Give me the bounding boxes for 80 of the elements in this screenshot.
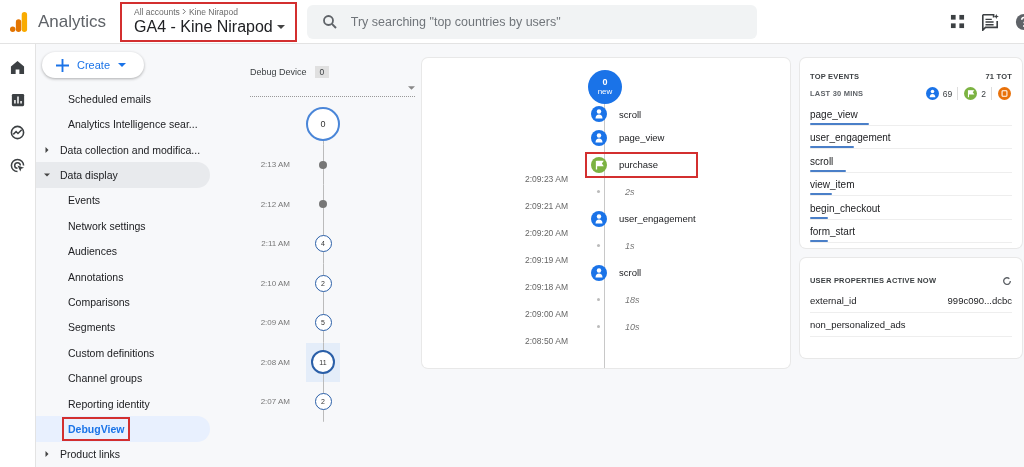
minute-time: 2:08 AM [259, 357, 291, 367]
nav-item[interactable]: DebugView [36, 416, 210, 442]
property-name: non_personalized_ads [810, 319, 906, 330]
nav-item[interactable]: Network settings [36, 213, 210, 239]
user-icon [591, 106, 607, 122]
event-name[interactable]: user_engagement [810, 132, 1012, 143]
event-count: 69 [942, 88, 953, 99]
user-icon [591, 129, 607, 146]
caret-icon [276, 24, 285, 29]
nav-group[interactable]: Product links [36, 441, 210, 467]
caret-icon [44, 172, 50, 178]
user-icon [591, 210, 607, 227]
plus-icon [56, 58, 69, 72]
nav-item[interactable]: Channel groups [36, 365, 210, 391]
caret-icon [118, 63, 127, 68]
nav-item[interactable]: Segments [36, 314, 210, 341]
nav-group[interactable]: Data display [36, 162, 210, 188]
event-name[interactable]: view_item [810, 179, 1012, 190]
event-entry[interactable]: user_engagement [585, 205, 736, 232]
minute-time: 2:10 AM [259, 278, 291, 288]
feedback-icon[interactable] [981, 12, 999, 31]
debug-device-label: Debug Device [250, 67, 307, 77]
apps-grid-icon[interactable] [950, 14, 965, 29]
flag-icon [591, 156, 607, 173]
search-field[interactable]: Try searching "top countries by users" [306, 4, 757, 39]
event-name[interactable]: begin_checkout [810, 202, 1012, 214]
analytics-logo [10, 10, 28, 33]
time-gap: 18s [625, 294, 640, 305]
minute-time: 2:13 AM [259, 160, 291, 170]
property-name: external_id [810, 295, 857, 306]
event-count: 2 [981, 88, 986, 99]
chevron-icon [181, 8, 187, 15]
event-entry[interactable]: page_view [585, 124, 705, 151]
time-gap: 1s [625, 240, 635, 251]
caret-icon [408, 86, 415, 90]
nav-group[interactable]: Data collection and modifica... [36, 136, 210, 163]
account-selector[interactable]: All accounts Kine Nirapod GA4 - Kine Nirapod [120, 1, 297, 42]
minute-dot[interactable] [319, 200, 327, 209]
event-time: 2:09:21 AM [525, 201, 568, 211]
event-time: 2:09:18 AM [525, 282, 568, 292]
event-time: 2:09:19 AM [525, 255, 568, 265]
reports-icon[interactable] [10, 93, 25, 107]
nav-item[interactable]: Audiences [36, 238, 210, 264]
explore-icon[interactable] [10, 125, 25, 140]
caret-icon [44, 451, 50, 458]
advertising-icon[interactable] [10, 158, 25, 173]
caret-icon [44, 146, 50, 153]
nav-item[interactable]: Analytics Intelligence sear... [36, 111, 210, 137]
create-button[interactable]: Create [42, 52, 144, 79]
nav-item[interactable]: Scheduled emails [36, 86, 210, 112]
event-time: 2:09:00 AM [525, 309, 568, 319]
minute-time: 2:11 AM [260, 239, 291, 249]
home-icon[interactable] [10, 60, 25, 75]
refresh-icon[interactable] [1002, 275, 1012, 286]
minute-time: 2:09 AM [259, 318, 291, 328]
new-events-bubble[interactable]: 0 new [588, 70, 622, 104]
nav-item[interactable]: Annotations [36, 263, 210, 290]
time-gap: 10s [625, 321, 640, 332]
event-time: 2:09:20 AM [525, 228, 568, 238]
minute-dot[interactable] [319, 160, 327, 169]
nav-item[interactable]: Custom definitions [36, 340, 210, 366]
event-name[interactable]: page_view [810, 108, 1012, 120]
event-time: 2:09:23 AM [525, 174, 568, 184]
nav-item[interactable]: Reporting identity [36, 390, 210, 417]
nav-item[interactable]: Comparisons [36, 289, 210, 315]
event-entry[interactable]: scroll [585, 101, 682, 127]
property-value: 999c090...dcbc [947, 295, 1012, 306]
event-entry[interactable]: purchase [585, 151, 699, 178]
event-name[interactable]: scroll [810, 155, 1012, 167]
user-icon [591, 264, 607, 281]
event-time: 2:08:50 AM [525, 336, 568, 346]
event-name[interactable]: form_start [810, 226, 1012, 237]
minute-count[interactable]: 0 [306, 107, 340, 141]
event-entry[interactable]: scroll [585, 259, 682, 286]
minute-time: 2:12 AM [259, 199, 291, 209]
product-name: Analytics [38, 11, 107, 32]
device-count: 0 [314, 66, 330, 78]
minute-time: 2:07 AM [259, 397, 291, 407]
time-gap: 2s [625, 186, 635, 197]
nav-item[interactable]: Events [36, 187, 210, 214]
